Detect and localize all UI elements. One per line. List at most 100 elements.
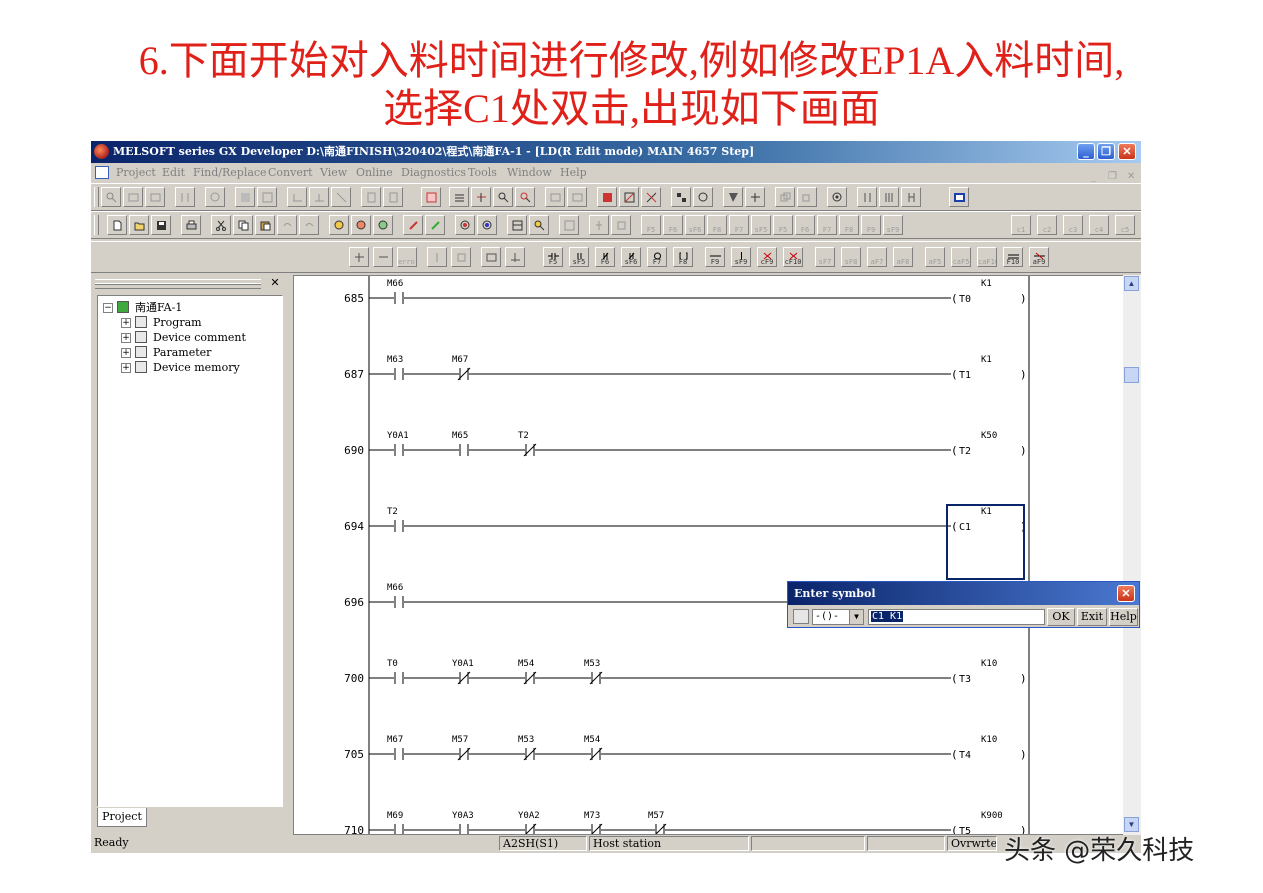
sfc-f9-icon[interactable]: F9	[861, 215, 881, 235]
monitor-start-icon[interactable]	[309, 187, 329, 207]
find-instruction-2-icon[interactable]	[351, 215, 371, 235]
closed-contact-f6-icon[interactable]: F6	[595, 247, 615, 267]
error-icon[interactable]: error	[397, 247, 417, 267]
parameter-check-icon[interactable]	[671, 187, 691, 207]
remote-operation-icon[interactable]	[693, 187, 713, 207]
instruction-list-icon[interactable]	[793, 609, 809, 624]
menu-project[interactable]: Project	[116, 163, 156, 183]
rising-edge-af5-icon[interactable]: aF5	[925, 247, 945, 267]
sfc-c5-icon[interactable]: c5	[1115, 215, 1135, 235]
sfc-sf6-icon[interactable]: sF6	[685, 215, 705, 235]
tree-item-parameter[interactable]: + Parameter	[121, 345, 271, 360]
sfc-c4-icon[interactable]: c4	[1089, 215, 1109, 235]
ladder-insert-row-icon[interactable]	[349, 247, 369, 267]
print-preview-icon[interactable]	[361, 187, 381, 207]
parallel-rising-af7-icon[interactable]: aF7	[867, 247, 887, 267]
dialog-title-bar[interactable]: Enter symbol ✕	[788, 582, 1139, 605]
simulation-stop-icon[interactable]	[745, 187, 765, 207]
expand-icon[interactable]: +	[121, 318, 131, 328]
sfc-f6b-icon[interactable]: F6	[795, 215, 815, 235]
plc-write-icon[interactable]	[619, 187, 639, 207]
menu-edit[interactable]: Edit	[162, 163, 185, 183]
delete-line-af9-icon[interactable]: aF9	[1029, 247, 1049, 267]
expand-icon[interactable]: +	[121, 363, 131, 373]
instruction-type-select[interactable]: -()- ▼	[812, 609, 864, 625]
find-instruction-icon[interactable]	[123, 187, 143, 207]
parallel-falling-af8-icon[interactable]: aF8	[893, 247, 913, 267]
ladder-block-icon[interactable]	[481, 247, 501, 267]
device-register-icon[interactable]	[857, 187, 877, 207]
sfc-c2-icon[interactable]: c2	[1037, 215, 1057, 235]
sfc-f5b-icon[interactable]: F5	[773, 215, 793, 235]
statement-view-icon[interactable]	[471, 187, 491, 207]
open-contact-f5-icon[interactable]: F5	[543, 247, 563, 267]
delete-horizontal-cf9-icon[interactable]: cF9	[757, 247, 777, 267]
sfc-step-icon[interactable]	[611, 215, 631, 235]
cut-icon[interactable]	[211, 215, 231, 235]
help-button[interactable]: Help	[1109, 608, 1138, 626]
sfc-sf9-icon[interactable]: sF9	[883, 215, 903, 235]
ladder-diagram[interactable]: 685M66(T0)K1687M63 M67(T1)K1690Y0A1 M65 T2(…	[294, 276, 1124, 834]
read-mode-icon[interactable]	[455, 215, 475, 235]
device-test-icon[interactable]	[545, 187, 565, 207]
cross-reference-icon[interactable]	[205, 187, 225, 207]
sfc-zoom-icon[interactable]	[775, 187, 795, 207]
scroll-thumb[interactable]	[1124, 367, 1139, 383]
copy-icon[interactable]	[233, 215, 253, 235]
ladder-view-icon[interactable]	[421, 187, 441, 207]
sfc-f6-icon[interactable]: F6	[663, 215, 683, 235]
menu-diagnostics[interactable]: Diagnostics	[401, 163, 466, 183]
monitor-mode-icon[interactable]	[477, 215, 497, 235]
find-step-icon[interactable]	[145, 187, 165, 207]
device-batch-icon[interactable]	[235, 187, 255, 207]
buffer-memory-icon[interactable]	[879, 187, 899, 207]
toolbar-grip-2[interactable]	[94, 215, 99, 235]
menu-tools[interactable]: Tools	[468, 163, 497, 183]
draw-line-f10-icon[interactable]: F10	[1003, 247, 1023, 267]
ladder-monitor-icon[interactable]	[287, 187, 307, 207]
device-monitor-icon[interactable]	[515, 187, 535, 207]
sfc-f8b-icon[interactable]: F8	[839, 215, 859, 235]
restore-button[interactable]: ❐	[1097, 143, 1115, 160]
symbol-input[interactable]: C1 K1	[868, 609, 1045, 625]
open-folder-icon[interactable]	[129, 215, 149, 235]
monitor-stop-icon[interactable]	[331, 187, 351, 207]
parallel-closed-contact-sf6-icon[interactable]: sF6	[621, 247, 641, 267]
delete-vertical-cf10-icon[interactable]: cF10	[783, 247, 803, 267]
sfc-overview-icon[interactable]	[797, 187, 817, 207]
find-device-2-icon[interactable]	[329, 215, 349, 235]
expand-icon[interactable]: +	[121, 333, 131, 343]
new-file-icon[interactable]	[107, 215, 127, 235]
horizontal-line-f9-icon[interactable]: F9	[705, 247, 725, 267]
write-comment-icon[interactable]	[403, 215, 423, 235]
ladder-jump-icon[interactable]	[505, 247, 525, 267]
tree-item-device-memory[interactable]: + Device memory	[121, 360, 271, 375]
collapse-icon[interactable]: −	[103, 303, 113, 313]
sfc-icon[interactable]	[589, 215, 609, 235]
toolbar-grip[interactable]	[94, 187, 99, 207]
menu-convert[interactable]: Convert	[268, 163, 313, 183]
write-plc-icon[interactable]	[383, 187, 403, 207]
save-icon[interactable]	[151, 215, 171, 235]
coil-f7-icon[interactable]: F7	[647, 247, 667, 267]
simulation-start-icon[interactable]	[723, 187, 743, 207]
invert-caf10-icon[interactable]: caF10	[977, 247, 997, 267]
chevron-down-icon[interactable]: ▼	[849, 610, 863, 624]
falling-pulse-sf8-icon[interactable]: sF8	[841, 247, 861, 267]
find-step-2-icon[interactable]	[373, 215, 393, 235]
close-button[interactable]: ✕	[1118, 143, 1136, 160]
parallel-open-contact-sf5-icon[interactable]: sF5	[569, 247, 589, 267]
sfc-f7-icon[interactable]: F7	[729, 215, 749, 235]
zoom-icon[interactable]	[493, 187, 513, 207]
tree-root[interactable]: − 南通FA-1	[103, 300, 273, 315]
sfc-f7b-icon[interactable]: F7	[817, 215, 837, 235]
paste-icon[interactable]	[255, 215, 275, 235]
application-instruction-f8-icon[interactable]: F8	[673, 247, 693, 267]
screen-icon[interactable]	[949, 187, 969, 207]
undo-icon[interactable]	[277, 215, 297, 235]
contact-coil-list-icon[interactable]	[175, 187, 195, 207]
falling-edge-caf5-icon[interactable]: caF5	[951, 247, 971, 267]
sfc-f8-icon[interactable]: F8	[707, 215, 727, 235]
tab-project[interactable]: Project	[97, 808, 147, 827]
program-check-icon[interactable]	[529, 215, 549, 235]
